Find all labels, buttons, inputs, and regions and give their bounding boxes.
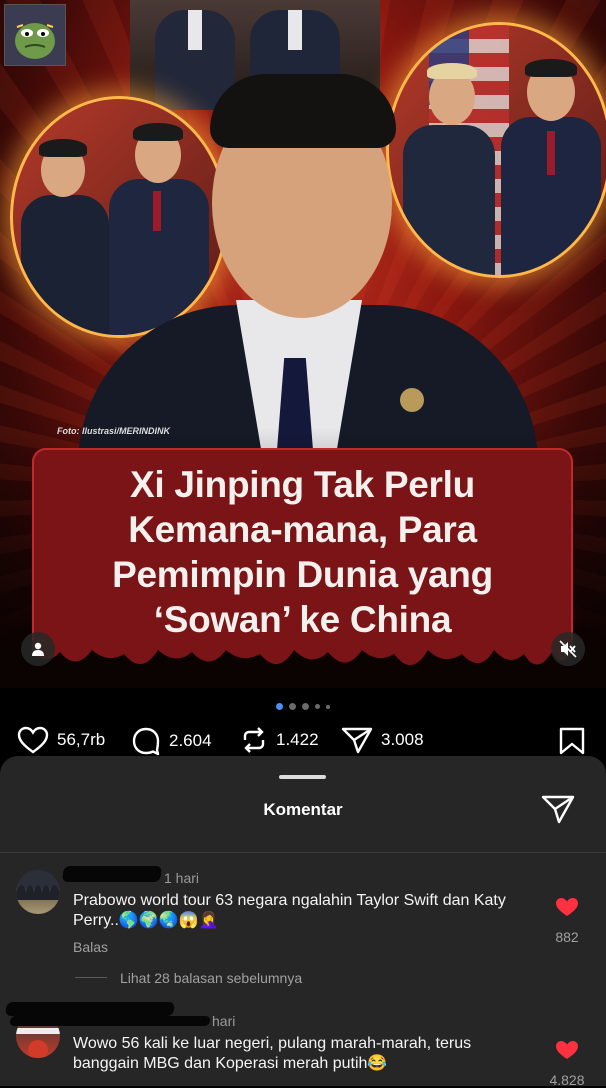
- headline-line-4: ‘Sowan’ ke China: [153, 599, 452, 640]
- like-count: 56,7rb: [57, 730, 106, 749]
- redacted-username-extra: [9, 1016, 211, 1026]
- comment-time: 1 hari: [164, 870, 200, 886]
- mute-button[interactable]: [551, 632, 585, 666]
- comment-bubble-icon: [132, 727, 160, 756]
- comment-like-count: 882: [555, 929, 579, 945]
- speaker-muted-icon: [559, 640, 577, 658]
- bookmark-icon: [559, 727, 585, 755]
- headline: Xi Jinping Tak Perlu Kemana-mana, Para P…: [32, 462, 573, 642]
- tagged-users-button[interactable]: [21, 632, 55, 666]
- heart-outline-icon: [17, 726, 49, 754]
- comment-time: hari: [212, 1013, 236, 1029]
- comment-count: 2.604: [169, 731, 212, 750]
- carousel-indicator: [0, 703, 606, 710]
- avatar-photo-icon: [16, 885, 60, 900]
- view-replies-button[interactable]: Lihat 28 balasan sebelumnya: [120, 970, 302, 986]
- send-icon: [341, 727, 373, 754]
- send-icon: [541, 795, 575, 824]
- share-comments-button[interactable]: [541, 794, 575, 829]
- like-button[interactable]: 56,7rb: [17, 726, 105, 754]
- repost-icon: [243, 727, 265, 753]
- right-handshake-circle: [386, 22, 606, 278]
- share-button[interactable]: 3.008: [341, 726, 424, 754]
- account-logo[interactable]: [4, 4, 66, 66]
- photo-credit: Foto: Ilustrasi/MERINDINK: [57, 426, 171, 436]
- user-icon: [32, 642, 44, 656]
- repost-count: 1.422: [276, 730, 319, 749]
- carousel-dot: [326, 704, 330, 709]
- heart-filled-icon: [556, 1041, 578, 1059]
- carousel-dot: [315, 704, 320, 709]
- headline-line-2: Kemana-mana, Para: [128, 509, 477, 550]
- sheet-title: Komentar: [263, 800, 343, 819]
- comment-text: Prabowo world tour 63 negara ngalahin Ta…: [73, 892, 506, 929]
- comment-like-button[interactable]: [555, 1040, 579, 1065]
- avatar[interactable]: [16, 870, 60, 914]
- comments-sheet: Komentar 1 hari Prabowo world tour 63 ne…: [0, 756, 606, 1088]
- share-count: 3.008: [381, 730, 424, 749]
- post-image[interactable]: Foto: Ilustrasi/MERINDINK Xi Jinping Tak…: [0, 0, 606, 688]
- comment-like-count: 4.828: [549, 1072, 585, 1088]
- carousel-dot: [276, 703, 283, 710]
- left-handshake-circle: [10, 96, 228, 338]
- comment-like-button[interactable]: [555, 897, 579, 922]
- carousel-dot: [302, 703, 309, 710]
- comment-button[interactable]: 2.604: [131, 726, 212, 756]
- sheet-drag-handle[interactable]: [279, 775, 326, 779]
- heart-filled-icon: [556, 898, 578, 916]
- headline-drip: [32, 640, 573, 666]
- carousel-dot: [289, 703, 296, 710]
- sheet-divider: [0, 852, 606, 853]
- comment-text: Wowo 56 kali ke luar negeri, pulang mara…: [73, 1035, 472, 1072]
- save-button[interactable]: [558, 726, 586, 756]
- headline-line-1: Xi Jinping Tak Perlu: [130, 464, 475, 505]
- redacted-username: [5, 1002, 175, 1016]
- headline-line-3: Pemimpin Dunia yang: [112, 554, 493, 595]
- redacted-username: [61, 866, 163, 882]
- reply-button[interactable]: Balas: [73, 939, 108, 955]
- replies-divider: [75, 977, 107, 978]
- repost-button[interactable]: 1.422: [240, 726, 319, 754]
- frog-logo-icon: [5, 5, 65, 65]
